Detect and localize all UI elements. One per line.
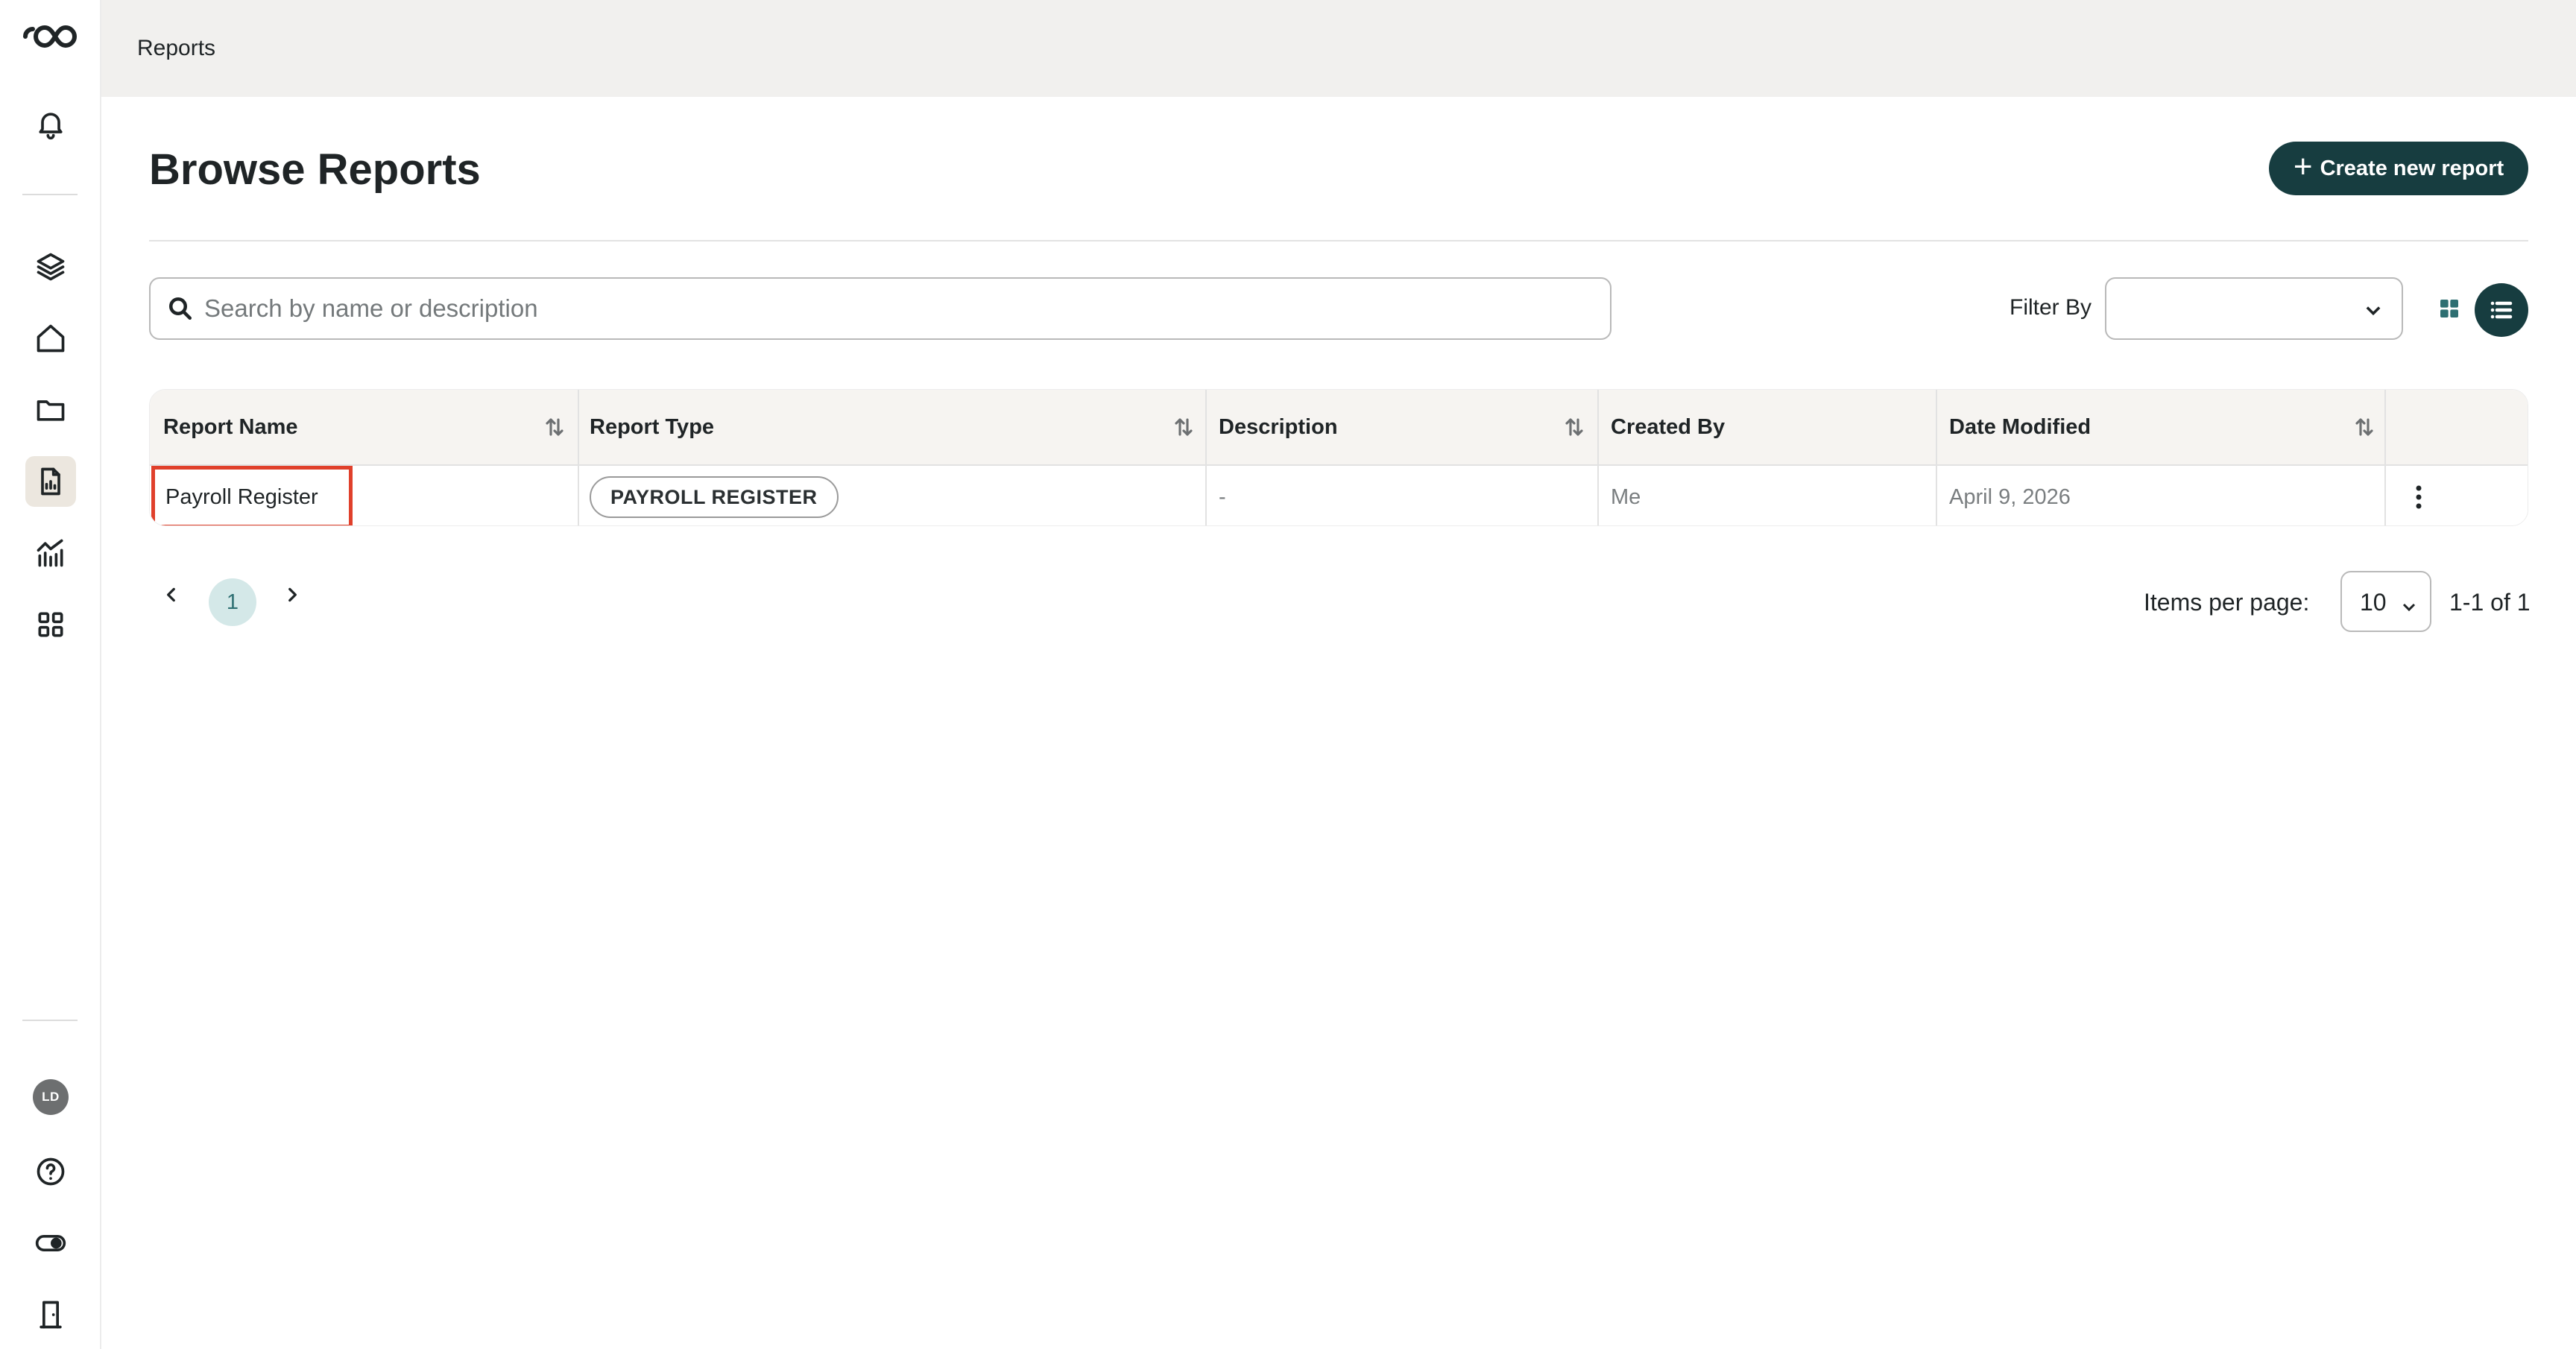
notifications-button[interactable] xyxy=(25,98,76,149)
search-box xyxy=(149,277,1611,340)
items-per-page-label: Items per page: xyxy=(2144,589,2310,616)
chevron-down-icon xyxy=(2402,603,2416,612)
column-header-report-type: Report Type xyxy=(590,414,715,439)
sort-report-type-icon[interactable] xyxy=(1172,415,1195,439)
sidebar-divider xyxy=(22,1020,78,1021)
column-header-description: Description xyxy=(1219,414,1338,439)
column-divider xyxy=(1597,390,1599,525)
pagination-range: 1-1 of 1 xyxy=(2449,589,2531,616)
help-button[interactable] xyxy=(25,1146,76,1197)
plus-icon: + xyxy=(2293,148,2313,185)
sidebar-item-apps[interactable] xyxy=(25,599,76,650)
breadcrumb: Reports xyxy=(137,36,216,60)
sort-report-name-icon[interactable] xyxy=(543,415,566,439)
search-input[interactable] xyxy=(204,294,1546,323)
help-icon xyxy=(37,1157,65,1186)
chevron-right-icon xyxy=(288,587,297,602)
app-root: LD Reports Browse Reports + Create new r… xyxy=(0,0,2576,1349)
sort-date-modified-icon[interactable] xyxy=(2353,415,2375,439)
bell-icon xyxy=(39,113,63,140)
reports-table: Report Name Report Type Description Crea… xyxy=(149,389,2528,526)
top-bar: Reports xyxy=(101,0,2576,97)
sidebar: LD xyxy=(0,0,101,1349)
grid-view-icon xyxy=(2440,300,2458,317)
chevron-left-icon xyxy=(167,587,175,602)
sort-description-icon[interactable] xyxy=(1563,415,1585,439)
logout-button[interactable] xyxy=(25,1289,76,1340)
report-icon xyxy=(41,467,60,496)
table-header: Report Name Report Type Description Crea… xyxy=(150,390,2528,464)
column-header-created-by: Created By xyxy=(1611,414,1726,439)
filter-label: Filter By xyxy=(2010,295,2092,320)
toggle-icon xyxy=(35,1235,66,1251)
sidebar-divider xyxy=(22,194,78,195)
theme-toggle-button[interactable] xyxy=(25,1218,76,1269)
column-divider xyxy=(1936,390,1937,525)
sidebar-item-folders[interactable] xyxy=(25,385,76,435)
sidebar-item-layers[interactable] xyxy=(25,241,76,292)
page-title: Browse Reports xyxy=(149,145,481,194)
column-divider xyxy=(578,390,579,525)
create-button-label: Create new report xyxy=(2320,156,2504,180)
report-description: - xyxy=(1219,484,1226,509)
report-type-badge: PAYROLL REGISTER xyxy=(590,476,839,518)
table-row[interactable]: Payroll Register PAYROLL REGISTER - Me A… xyxy=(150,464,2528,525)
items-per-page-value: 10 xyxy=(2360,589,2387,616)
folder-icon xyxy=(37,400,65,421)
main-content: Browse Reports + Create new report Filte… xyxy=(101,97,2576,1349)
exit-door-icon xyxy=(40,1301,62,1329)
row-actions-button[interactable] xyxy=(2401,479,2437,515)
avatar[interactable]: LD xyxy=(33,1079,69,1115)
column-divider xyxy=(2384,390,2386,525)
report-date-modified: April 9, 2026 xyxy=(1949,484,2071,509)
apps-icon xyxy=(38,612,63,637)
chevron-down-icon xyxy=(2366,306,2381,316)
sidebar-item-analytics[interactable] xyxy=(25,528,76,578)
column-divider xyxy=(1205,390,1207,525)
previous-page-button[interactable] xyxy=(157,580,186,610)
page-number-button[interactable]: 1 xyxy=(209,578,256,626)
filter-by-select[interactable] xyxy=(2105,277,2403,340)
create-new-report-button[interactable]: + Create new report xyxy=(2269,142,2528,195)
home-icon xyxy=(37,324,65,353)
sidebar-item-reports[interactable] xyxy=(25,456,76,507)
report-created-by: Me xyxy=(1611,484,1641,509)
report-name-link[interactable]: Payroll Register xyxy=(151,466,353,525)
sidebar-item-home[interactable] xyxy=(25,313,76,364)
list-view-icon xyxy=(2490,301,2513,319)
column-header-report-name: Report Name xyxy=(163,414,298,439)
analytics-icon xyxy=(37,539,63,567)
column-header-date-modified: Date Modified xyxy=(1949,414,2092,439)
layers-icon xyxy=(37,253,65,281)
logo-icon[interactable] xyxy=(21,19,79,54)
list-view-toggle[interactable] xyxy=(2475,283,2528,337)
grid-view-toggle[interactable] xyxy=(2424,283,2475,334)
title-divider xyxy=(149,240,2528,241)
next-page-button[interactable] xyxy=(277,580,307,610)
more-vertical-icon xyxy=(2416,485,2422,509)
search-icon xyxy=(169,297,192,320)
items-per-page-select[interactable]: 10 xyxy=(2340,571,2431,632)
